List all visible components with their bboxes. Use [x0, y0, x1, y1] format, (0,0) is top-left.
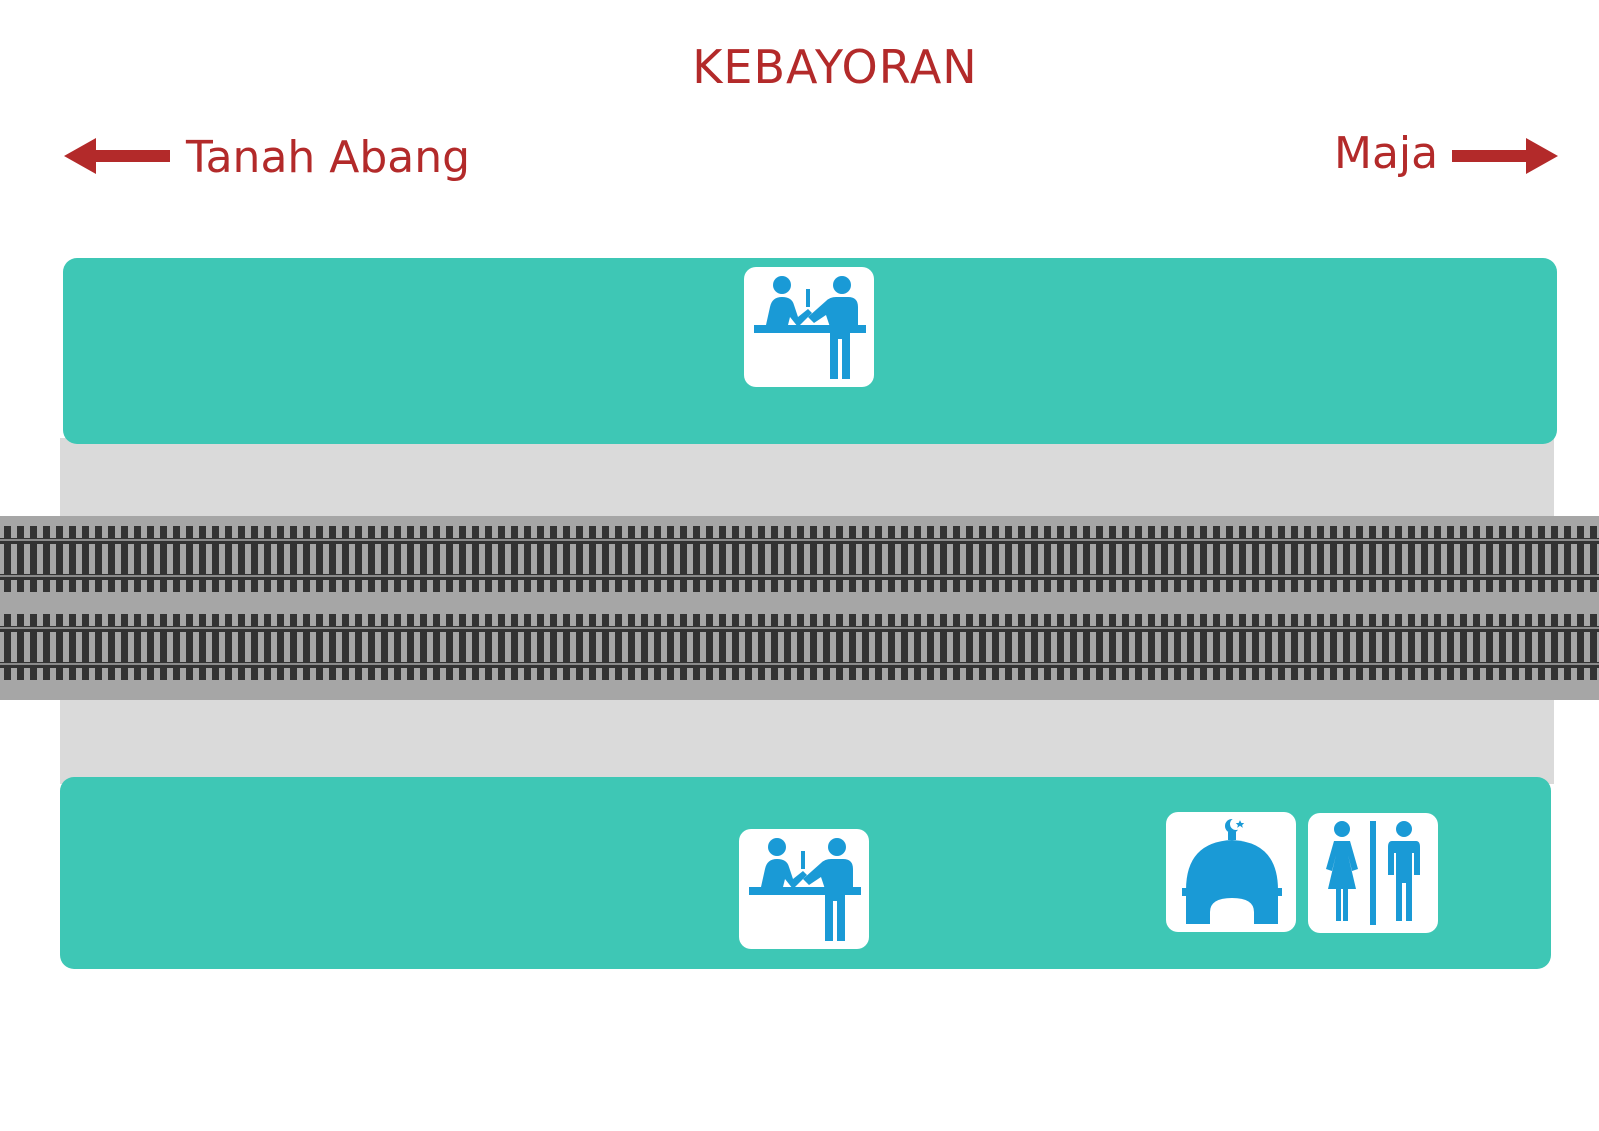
track-bed	[0, 516, 1599, 700]
arrow-left-icon	[64, 138, 170, 174]
station-name: KEBAYORAN	[692, 40, 978, 94]
track-2	[0, 614, 1599, 680]
arrow-right-icon	[1452, 138, 1558, 174]
direction-left-label: Tanah Abang	[186, 132, 471, 183]
walkway-south	[60, 698, 1554, 784]
direction-right-label: Maja	[1334, 128, 1439, 179]
mosque-sign	[1166, 812, 1296, 932]
walkway-north	[60, 438, 1554, 518]
restroom-sign	[1308, 813, 1438, 933]
mosque-icon	[1182, 818, 1282, 924]
ticket-counter-icon	[749, 838, 861, 941]
track-1	[0, 526, 1599, 592]
ticket-counter-sign-north	[744, 267, 874, 387]
restroom-icon	[1326, 821, 1420, 925]
ticket-counter-icon	[754, 276, 866, 379]
railway-tracks	[0, 526, 1599, 680]
ticket-counter-sign-south	[739, 829, 869, 949]
